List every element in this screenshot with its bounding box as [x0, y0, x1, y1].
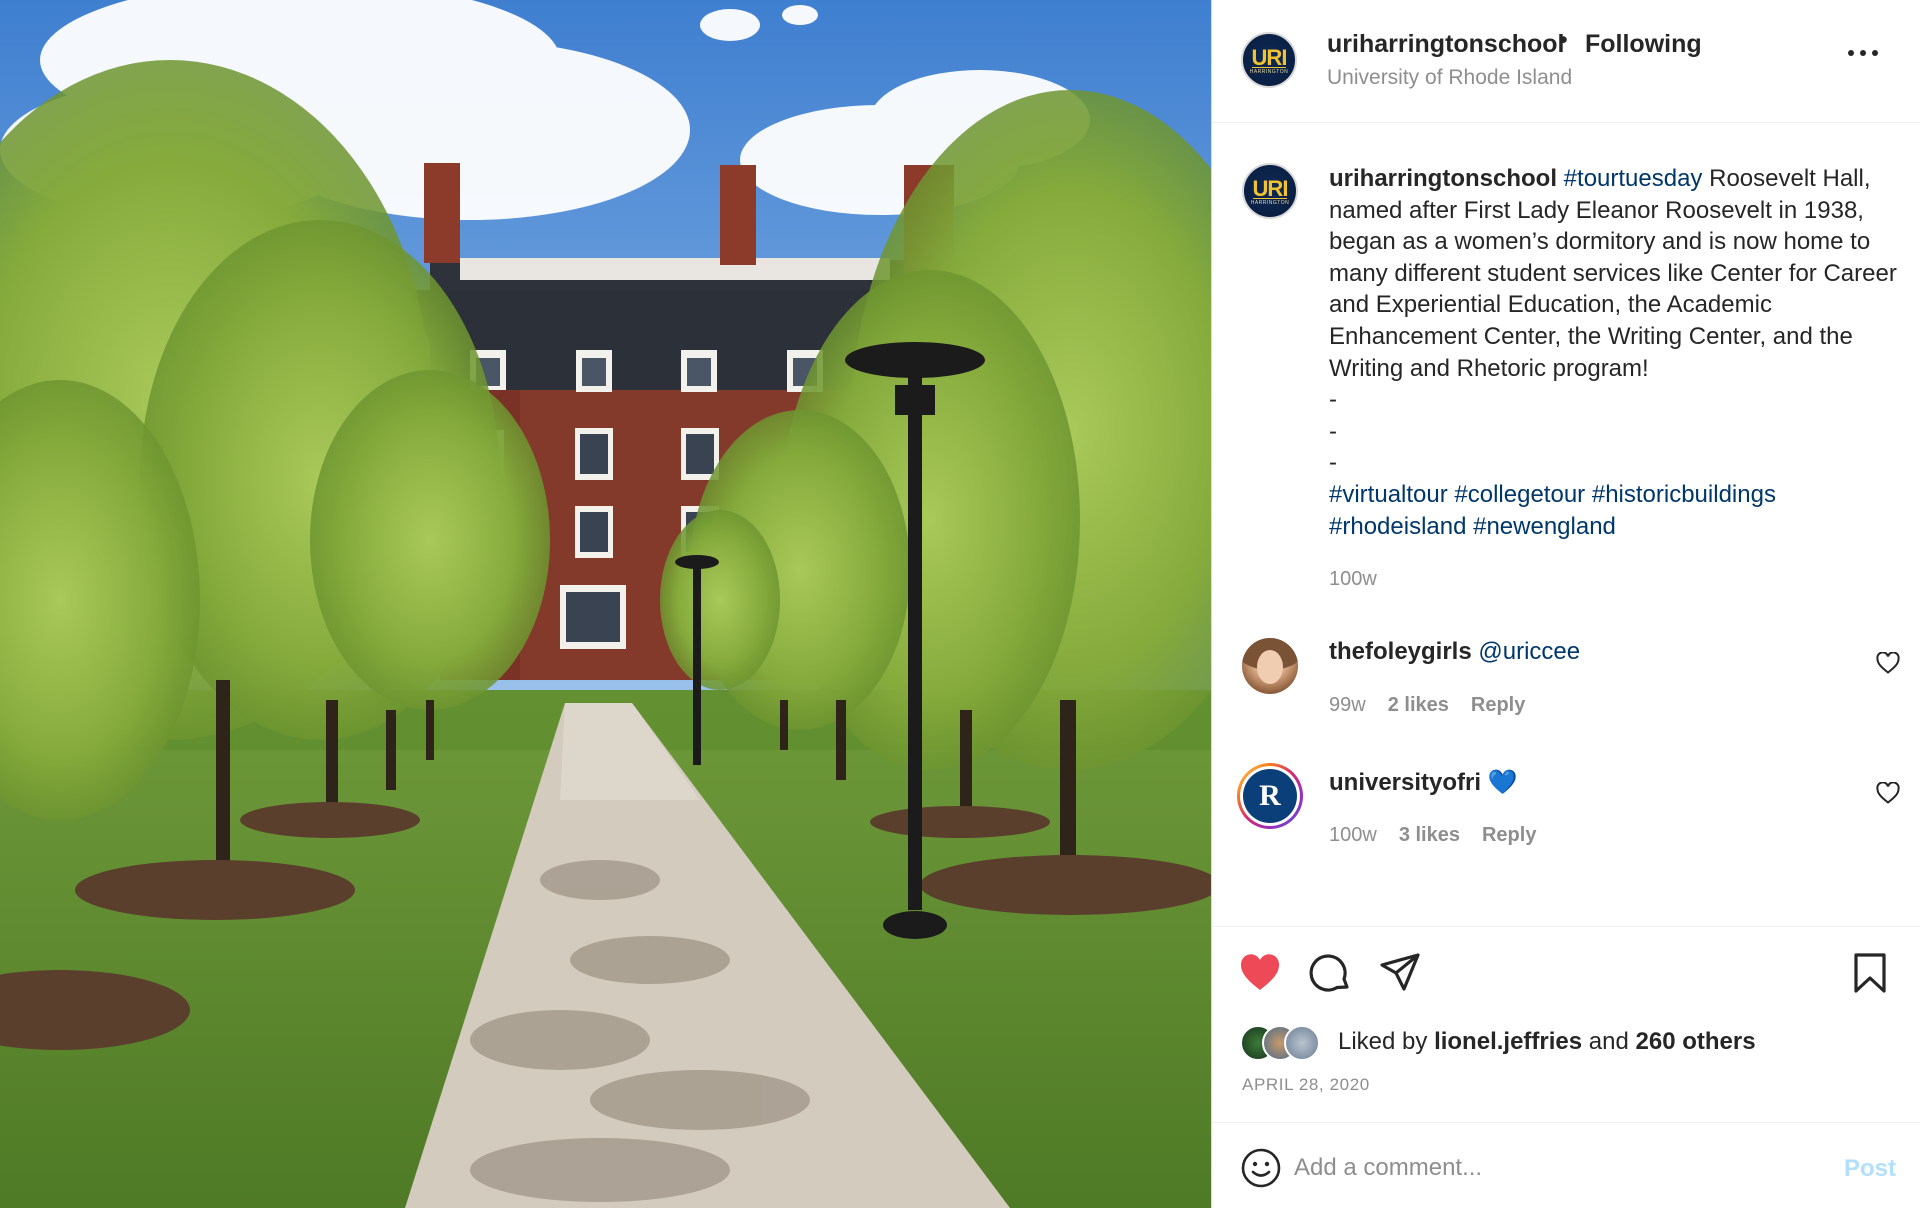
comment-text: thefoleygirls @uriccee: [1329, 638, 1580, 666]
comment-time[interactable]: 100w: [1329, 824, 1377, 847]
comment-like-heart-icon[interactable]: [1876, 652, 1900, 674]
caption-body: Roosevelt Hall, named after First Lady E…: [1329, 165, 1897, 382]
liked-by-others-link[interactable]: 260 others: [1636, 1028, 1756, 1055]
comment-emoji: 💙: [1487, 769, 1518, 796]
liker-avatar: [1284, 1025, 1320, 1061]
emoji-icon[interactable]: [1240, 1147, 1282, 1189]
comment-meta: 100w 3 likes Reply: [1329, 824, 1536, 847]
comment-meta: 99w 2 likes Reply: [1329, 694, 1525, 717]
more-options-icon[interactable]: [1846, 38, 1886, 68]
comments-area[interactable]: URI HARRINGTON uriharringtonschool #tour…: [1212, 123, 1920, 926]
liked-by-and: and: [1588, 1028, 1629, 1055]
avatar-logo-bar: [1252, 67, 1286, 68]
caption-hashtag[interactable]: #collegetour: [1454, 481, 1585, 508]
liked-by-prefix: Liked by: [1338, 1028, 1428, 1055]
caption-hashtag[interactable]: #tourtuesday: [1564, 165, 1703, 192]
caption-avatar[interactable]: URI HARRINGTON: [1242, 163, 1298, 219]
header-separator-dot: •: [1559, 26, 1568, 54]
liked-by-user-link[interactable]: lionel.jeffries: [1434, 1028, 1582, 1055]
bookmark-icon[interactable]: [1848, 951, 1892, 995]
comment-likes[interactable]: 2 likes: [1388, 694, 1449, 717]
caption-hashtag[interactable]: #newengland: [1473, 513, 1616, 540]
share-icon[interactable]: [1378, 951, 1422, 995]
caption-dash: -: [1329, 386, 1337, 414]
caption-text: uriharringtonschool #tourtuesday Rooseve…: [1329, 163, 1899, 542]
commenter-avatar[interactable]: R: [1237, 763, 1303, 829]
comment-reply-button[interactable]: Reply: [1482, 824, 1536, 847]
liked-by-text: Liked by lionel.jeffries and 260 others: [1338, 1028, 1756, 1056]
comment-reply-button[interactable]: Reply: [1471, 694, 1525, 717]
caption-timestamp[interactable]: 100w: [1329, 568, 1377, 591]
comment-item: R universityofri 💙 100w 3 likes Reply: [1212, 763, 1920, 878]
post-side-panel: URI HARRINGTON uriharringtonschool • Fol…: [1211, 0, 1920, 1208]
comment-time[interactable]: 99w: [1329, 694, 1366, 717]
roosevelt-hall-photo: [0, 0, 1211, 1208]
caption-hashtag[interactable]: #rhodeisland: [1329, 513, 1466, 540]
comment-likes[interactable]: 3 likes: [1399, 824, 1460, 847]
comment-mention[interactable]: @uriccee: [1478, 638, 1580, 665]
caption-dash: -: [1329, 417, 1337, 445]
instagram-post: URI HARRINGTON uriharringtonschool • Fol…: [0, 0, 1920, 1208]
post-date[interactable]: APRIL 28, 2020: [1242, 1075, 1370, 1095]
post-photo[interactable]: [0, 0, 1211, 1208]
caption-hashtag[interactable]: #historicbuildings: [1592, 481, 1776, 508]
comment-like-heart-icon[interactable]: [1876, 782, 1900, 804]
avatar-logo-sub: HARRINGTON: [1249, 69, 1289, 75]
comment-item: thefoleygirls @uriccee 99w 2 likes Reply: [1212, 638, 1920, 748]
post-header: URI HARRINGTON uriharringtonschool • Fol…: [1212, 0, 1920, 123]
header-location[interactable]: University of Rhode Island: [1327, 66, 1572, 90]
comment-text: universityofri 💙: [1329, 768, 1518, 797]
comment-input[interactable]: [1292, 1145, 1796, 1191]
account-avatar[interactable]: URI HARRINGTON: [1241, 32, 1297, 88]
avatar-letter: R: [1259, 779, 1281, 812]
header-username[interactable]: uriharringtonschool: [1327, 30, 1565, 59]
caption-username[interactable]: uriharringtonschool: [1329, 165, 1557, 192]
heart-filled-icon[interactable]: [1238, 951, 1282, 995]
caption-dash: -: [1329, 449, 1337, 477]
comment-username[interactable]: universityofri: [1329, 769, 1481, 796]
liked-by-avatars[interactable]: [1240, 1025, 1330, 1061]
add-comment-bar: Post: [1212, 1122, 1920, 1208]
avatar-logo-bar: [1253, 198, 1287, 199]
caption-hashtag[interactable]: #virtualtour: [1329, 481, 1448, 508]
comment-icon[interactable]: [1308, 951, 1352, 995]
comment-username[interactable]: thefoleygirls: [1329, 638, 1472, 665]
commenter-avatar[interactable]: [1242, 638, 1298, 694]
post-actions: Liked by lionel.jeffries and 260 others …: [1212, 926, 1920, 1122]
post-comment-button[interactable]: Post: [1844, 1155, 1896, 1183]
following-button[interactable]: Following: [1585, 30, 1702, 59]
avatar-logo-sub: HARRINGTON: [1250, 200, 1290, 206]
